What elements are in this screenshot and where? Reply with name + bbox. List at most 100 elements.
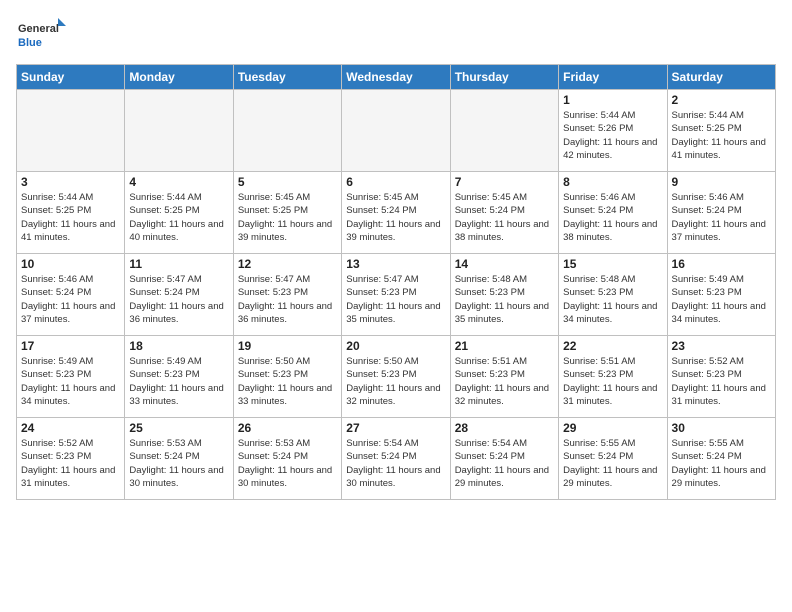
calendar-cell: 22 Sunrise: 5:51 AMSunset: 5:23 PMDayligh… <box>559 336 667 418</box>
day-info: Sunrise: 5:44 AMSunset: 5:26 PMDaylight:… <box>563 109 662 162</box>
day-info: Sunrise: 5:48 AMSunset: 5:23 PMDaylight:… <box>563 273 662 326</box>
day-number: 18 <box>129 339 228 353</box>
calendar-cell: 8 Sunrise: 5:46 AMSunset: 5:24 PMDaylight… <box>559 172 667 254</box>
calendar-cell: 21 Sunrise: 5:51 AMSunset: 5:23 PMDayligh… <box>450 336 558 418</box>
day-info: Sunrise: 5:55 AMSunset: 5:24 PMDaylight:… <box>672 437 771 490</box>
day-info: Sunrise: 5:47 AMSunset: 5:23 PMDaylight:… <box>238 273 337 326</box>
day-number: 14 <box>455 257 554 271</box>
day-info: Sunrise: 5:52 AMSunset: 5:23 PMDaylight:… <box>21 437 120 490</box>
page-header: General Blue <box>16 16 776 56</box>
weekday-header-row: SundayMondayTuesdayWednesdayThursdayFrid… <box>17 65 776 90</box>
week-row-4: 17 Sunrise: 5:49 AMSunset: 5:23 PMDayligh… <box>17 336 776 418</box>
week-row-3: 10 Sunrise: 5:46 AMSunset: 5:24 PMDayligh… <box>17 254 776 336</box>
logo-svg: General Blue <box>16 16 66 56</box>
day-info: Sunrise: 5:46 AMSunset: 5:24 PMDaylight:… <box>672 191 771 244</box>
day-number: 17 <box>21 339 120 353</box>
day-number: 9 <box>672 175 771 189</box>
calendar-cell: 10 Sunrise: 5:46 AMSunset: 5:24 PMDayligh… <box>17 254 125 336</box>
weekday-header-tuesday: Tuesday <box>233 65 341 90</box>
day-info: Sunrise: 5:46 AMSunset: 5:24 PMDaylight:… <box>21 273 120 326</box>
day-number: 26 <box>238 421 337 435</box>
logo: General Blue <box>16 16 66 56</box>
day-number: 19 <box>238 339 337 353</box>
calendar-cell: 7 Sunrise: 5:45 AMSunset: 5:24 PMDaylight… <box>450 172 558 254</box>
day-info: Sunrise: 5:54 AMSunset: 5:24 PMDaylight:… <box>346 437 445 490</box>
weekday-header-sunday: Sunday <box>17 65 125 90</box>
day-number: 25 <box>129 421 228 435</box>
day-info: Sunrise: 5:51 AMSunset: 5:23 PMDaylight:… <box>563 355 662 408</box>
day-number: 20 <box>346 339 445 353</box>
day-info: Sunrise: 5:49 AMSunset: 5:23 PMDaylight:… <box>129 355 228 408</box>
calendar-cell: 25 Sunrise: 5:53 AMSunset: 5:24 PMDayligh… <box>125 418 233 500</box>
svg-text:Blue: Blue <box>18 37 42 49</box>
weekday-header-wednesday: Wednesday <box>342 65 450 90</box>
calendar-cell: 24 Sunrise: 5:52 AMSunset: 5:23 PMDayligh… <box>17 418 125 500</box>
calendar-cell <box>450 90 558 172</box>
day-info: Sunrise: 5:54 AMSunset: 5:24 PMDaylight:… <box>455 437 554 490</box>
day-number: 23 <box>672 339 771 353</box>
day-number: 3 <box>21 175 120 189</box>
calendar-cell: 23 Sunrise: 5:52 AMSunset: 5:23 PMDayligh… <box>667 336 775 418</box>
day-number: 5 <box>238 175 337 189</box>
calendar-cell: 12 Sunrise: 5:47 AMSunset: 5:23 PMDayligh… <box>233 254 341 336</box>
day-number: 13 <box>346 257 445 271</box>
calendar-cell: 11 Sunrise: 5:47 AMSunset: 5:24 PMDayligh… <box>125 254 233 336</box>
day-info: Sunrise: 5:47 AMSunset: 5:23 PMDaylight:… <box>346 273 445 326</box>
day-info: Sunrise: 5:44 AMSunset: 5:25 PMDaylight:… <box>21 191 120 244</box>
day-number: 27 <box>346 421 445 435</box>
day-info: Sunrise: 5:46 AMSunset: 5:24 PMDaylight:… <box>563 191 662 244</box>
day-info: Sunrise: 5:52 AMSunset: 5:23 PMDaylight:… <box>672 355 771 408</box>
day-number: 2 <box>672 93 771 107</box>
day-info: Sunrise: 5:50 AMSunset: 5:23 PMDaylight:… <box>346 355 445 408</box>
calendar-cell: 3 Sunrise: 5:44 AMSunset: 5:25 PMDaylight… <box>17 172 125 254</box>
calendar-cell: 16Sunrise: 5:49 AMSunset: 5:23 PMDayligh… <box>667 254 775 336</box>
day-number: 12 <box>238 257 337 271</box>
day-number: 24 <box>21 421 120 435</box>
calendar-cell: 27 Sunrise: 5:54 AMSunset: 5:24 PMDayligh… <box>342 418 450 500</box>
day-info: Sunrise: 5:49 AMSunset: 5:23 PMDaylight:… <box>21 355 120 408</box>
day-number: 6 <box>346 175 445 189</box>
svg-text:General: General <box>18 23 59 35</box>
weekday-header-saturday: Saturday <box>667 65 775 90</box>
day-info: Sunrise: 5:51 AMSunset: 5:23 PMDaylight:… <box>455 355 554 408</box>
day-number: 1 <box>563 93 662 107</box>
day-number: 10 <box>21 257 120 271</box>
calendar-cell: 2 Sunrise: 5:44 AMSunset: 5:25 PMDaylight… <box>667 90 775 172</box>
calendar-cell <box>125 90 233 172</box>
day-info: Sunrise: 5:53 AMSunset: 5:24 PMDaylight:… <box>238 437 337 490</box>
day-number: 7 <box>455 175 554 189</box>
calendar-cell: 29Sunrise: 5:55 AMSunset: 5:24 PMDayligh… <box>559 418 667 500</box>
calendar-cell: 17 Sunrise: 5:49 AMSunset: 5:23 PMDayligh… <box>17 336 125 418</box>
calendar-cell: 5 Sunrise: 5:45 AMSunset: 5:25 PMDaylight… <box>233 172 341 254</box>
weekday-header-thursday: Thursday <box>450 65 558 90</box>
day-number: 15 <box>563 257 662 271</box>
day-number: 4 <box>129 175 228 189</box>
calendar-cell: 15 Sunrise: 5:48 AMSunset: 5:23 PMDayligh… <box>559 254 667 336</box>
weekday-header-friday: Friday <box>559 65 667 90</box>
week-row-5: 24 Sunrise: 5:52 AMSunset: 5:23 PMDayligh… <box>17 418 776 500</box>
weekday-header-monday: Monday <box>125 65 233 90</box>
calendar-cell: 13 Sunrise: 5:47 AMSunset: 5:23 PMDayligh… <box>342 254 450 336</box>
day-info: Sunrise: 5:47 AMSunset: 5:24 PMDaylight:… <box>129 273 228 326</box>
day-number: 11 <box>129 257 228 271</box>
calendar-cell <box>17 90 125 172</box>
day-info: Sunrise: 5:45 AMSunset: 5:24 PMDaylight:… <box>455 191 554 244</box>
day-info: Sunrise: 5:48 AMSunset: 5:23 PMDaylight:… <box>455 273 554 326</box>
day-info: Sunrise: 5:44 AMSunset: 5:25 PMDaylight:… <box>129 191 228 244</box>
day-number: 21 <box>455 339 554 353</box>
day-info: Sunrise: 5:53 AMSunset: 5:24 PMDaylight:… <box>129 437 228 490</box>
day-number: 22 <box>563 339 662 353</box>
day-info: Sunrise: 5:45 AMSunset: 5:25 PMDaylight:… <box>238 191 337 244</box>
calendar-cell: 28Sunrise: 5:54 AMSunset: 5:24 PMDayligh… <box>450 418 558 500</box>
day-info: Sunrise: 5:44 AMSunset: 5:25 PMDaylight:… <box>672 109 771 162</box>
calendar-cell: 14 Sunrise: 5:48 AMSunset: 5:23 PMDayligh… <box>450 254 558 336</box>
day-number: 29 <box>563 421 662 435</box>
day-info: Sunrise: 5:49 AMSunset: 5:23 PMDaylight:… <box>672 273 771 326</box>
calendar-cell: 19 Sunrise: 5:50 AMSunset: 5:23 PMDayligh… <box>233 336 341 418</box>
calendar-cell: 20 Sunrise: 5:50 AMSunset: 5:23 PMDayligh… <box>342 336 450 418</box>
day-number: 30 <box>672 421 771 435</box>
day-number: 8 <box>563 175 662 189</box>
calendar-cell: 6Sunrise: 5:45 AMSunset: 5:24 PMDaylight… <box>342 172 450 254</box>
calendar-cell <box>233 90 341 172</box>
day-info: Sunrise: 5:50 AMSunset: 5:23 PMDaylight:… <box>238 355 337 408</box>
